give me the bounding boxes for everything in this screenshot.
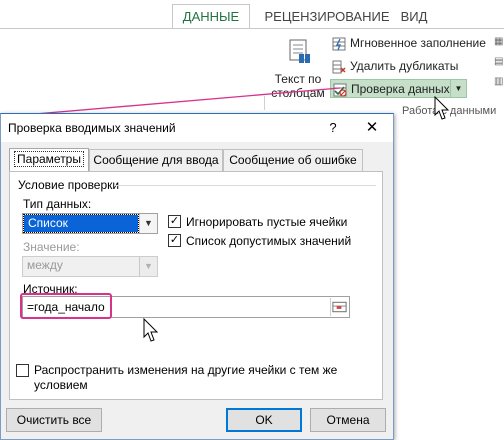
flash-fill-label: Мгновенное заполнение bbox=[350, 36, 486, 50]
source-highlight bbox=[20, 293, 112, 319]
chevron-down-icon[interactable]: ▼ bbox=[450, 80, 466, 97]
close-icon[interactable]: ✕ bbox=[361, 118, 383, 138]
group-divider bbox=[114, 185, 376, 186]
data-type-value: Список bbox=[23, 214, 139, 233]
ribbon-tab-data[interactable]: ДАННЫЕ bbox=[172, 4, 250, 29]
chevron-down-icon: ▼ bbox=[139, 257, 157, 276]
value-label: Значение: bbox=[23, 240, 80, 254]
mouse-cursor-icon bbox=[143, 318, 159, 342]
ribbon-divider bbox=[264, 96, 265, 110]
data-type-select[interactable]: Список ▼ bbox=[22, 213, 158, 234]
mouse-cursor-icon bbox=[434, 96, 450, 120]
ignore-blank-label: Игнорировать пустые ячейки bbox=[186, 215, 348, 229]
grid-icon[interactable]: ▦ bbox=[494, 36, 504, 56]
checkbox-checked-icon[interactable]: ✓ bbox=[168, 215, 181, 228]
relationships-icon[interactable]: ▥ bbox=[494, 76, 504, 96]
text-to-columns-button[interactable]: Текст по столбцам bbox=[268, 34, 328, 104]
checkbox-checked-icon[interactable]: ✓ bbox=[168, 234, 181, 247]
ribbon: ДАННЫЕ РЕЦЕНЗИРОВАНИЕ ВИД Текст по столб… bbox=[0, 0, 504, 130]
validation-criteria-title: Условие проверки bbox=[18, 178, 120, 192]
tab-input-message[interactable]: Сообщение для ввода bbox=[89, 149, 223, 171]
ribbon-tab-review[interactable]: РЕЦЕНЗИРОВАНИЕ bbox=[262, 6, 392, 28]
apply-all-label: Распространить изменения на другие ячейк… bbox=[34, 363, 338, 392]
data-validation-icon bbox=[333, 83, 347, 97]
checkbox-unchecked-icon[interactable] bbox=[16, 364, 29, 377]
chevron-down-icon[interactable]: ▼ bbox=[139, 214, 157, 233]
ignore-blank-checkbox[interactable]: ✓ Игнорировать пустые ячейки bbox=[168, 214, 347, 230]
apply-all-checkbox[interactable]: Распространить изменения на другие ячейк… bbox=[16, 363, 356, 395]
flash-fill-icon bbox=[332, 37, 346, 51]
dialog-title: Проверка вводимых значений bbox=[8, 121, 176, 135]
flash-fill-button[interactable]: Мгновенное заполнение bbox=[330, 34, 500, 53]
remove-duplicates-button[interactable]: Удалить дубликаты bbox=[330, 57, 470, 76]
range-picker-icon[interactable] bbox=[330, 298, 348, 316]
text-to-columns-icon bbox=[289, 39, 310, 63]
dialog-titlebar[interactable]: Проверка вводимых значений ? ✕ bbox=[1, 114, 393, 142]
remove-duplicates-label: Удалить дубликаты bbox=[350, 59, 459, 73]
ribbon-tab-strip: ДАННЫЕ РЕЦЕНЗИРОВАНИЕ ВИД bbox=[0, 0, 504, 29]
ok-button[interactable]: OK bbox=[226, 408, 302, 432]
tab-settings[interactable]: Параметры bbox=[9, 148, 89, 172]
ribbon-tab-view[interactable]: ВИД bbox=[396, 6, 432, 28]
data-type-label: Тип данных: bbox=[23, 197, 92, 211]
tab-error-alert[interactable]: Сообщение об ошибке bbox=[223, 149, 363, 171]
value-select-value: между bbox=[27, 258, 63, 272]
clear-all-button[interactable]: Очистить все bbox=[6, 408, 102, 432]
in-cell-dropdown-label: Список допустимых значений bbox=[186, 234, 352, 248]
ribbon-edge-icons: ▦ ▤ ▥ bbox=[494, 36, 504, 96]
in-cell-dropdown-checkbox[interactable]: ✓ Список допустимых значений bbox=[168, 233, 351, 249]
value-select: между ▼ bbox=[22, 256, 158, 277]
help-icon[interactable]: ? bbox=[323, 118, 343, 138]
tab-settings-label: Параметры bbox=[14, 151, 84, 167]
remove-duplicates-icon bbox=[332, 60, 346, 74]
data-validation-label: Проверка данных bbox=[351, 82, 450, 96]
table-icon[interactable]: ▤ bbox=[494, 56, 504, 76]
text-to-columns-label: Текст по столбцам bbox=[271, 72, 325, 100]
cancel-button[interactable]: Отмена bbox=[310, 408, 386, 432]
